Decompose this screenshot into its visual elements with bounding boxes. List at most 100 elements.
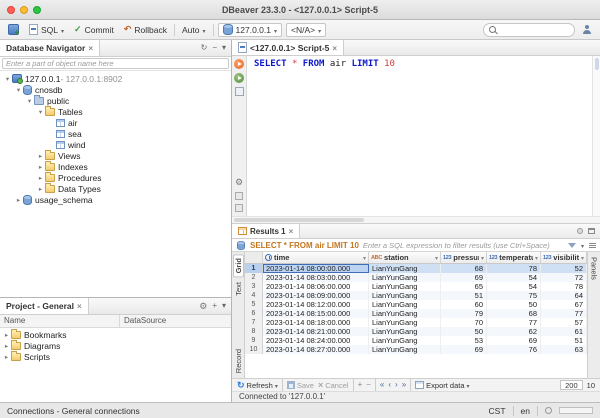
cell-station[interactable]: LianYunGang — [369, 264, 441, 273]
cell-temperature[interactable]: 62 — [487, 327, 541, 336]
cell-temperature[interactable]: 69 — [487, 336, 541, 345]
cell-temperature[interactable]: 75 — [487, 291, 541, 300]
cell-visibility[interactable]: 63 — [541, 345, 587, 354]
output-panel-icon[interactable] — [235, 204, 243, 212]
expand-arrow-icon[interactable]: ▸ — [36, 152, 45, 160]
cell-time[interactable]: 2023-01-14 08:24:00.000 — [263, 336, 369, 345]
cell-visibility[interactable]: 77 — [541, 309, 587, 318]
column-filter-icon[interactable] — [481, 253, 484, 262]
first-row-button[interactable] — [380, 381, 384, 389]
row-number[interactable]: 8 — [245, 327, 263, 336]
cell-pressure[interactable]: 69 — [441, 273, 487, 282]
cell-station[interactable]: LianYunGang — [369, 273, 441, 282]
cell-visibility[interactable]: 64 — [541, 291, 587, 300]
column-filter-icon[interactable] — [435, 253, 438, 262]
new-connection-button[interactable] — [5, 23, 22, 36]
minimize-window-button[interactable] — [20, 6, 28, 14]
cell-temperature[interactable]: 68 — [487, 309, 541, 318]
cell-time[interactable]: 2023-01-14 08:06:00.000 — [263, 282, 369, 291]
connection-dropdown[interactable]: 127.0.0.1 — [218, 23, 282, 37]
cell-station[interactable]: LianYunGang — [369, 282, 441, 291]
maximize-panel-icon[interactable] — [588, 228, 595, 234]
expand-arrow-icon[interactable]: ▸ — [36, 174, 45, 182]
table-row[interactable]: 42023-01-14 08:09:00.000LianYunGang51756… — [245, 291, 587, 300]
cell-station[interactable]: LianYunGang — [369, 309, 441, 318]
panel-tab-panels[interactable]: Panels — [590, 254, 599, 283]
table-row[interactable]: 92023-01-14 08:24:00.000LianYunGang53695… — [245, 336, 587, 345]
cell-temperature[interactable]: 76 — [487, 345, 541, 354]
cell-station[interactable]: LianYunGang — [369, 291, 441, 300]
close-tab-icon[interactable] — [332, 43, 337, 53]
cell-visibility[interactable]: 52 — [541, 264, 587, 273]
expand-arrow-icon[interactable]: ▸ — [2, 331, 11, 339]
cell-pressure[interactable]: 51 — [441, 291, 487, 300]
sql-editor-dropdown[interactable]: SQL — [26, 23, 67, 36]
column-filter-icon[interactable] — [363, 253, 366, 262]
fetch-size-input[interactable]: 200 — [560, 380, 583, 390]
tree-item-indexes[interactable]: ▸Indexes — [0, 161, 231, 172]
gear-icon[interactable] — [235, 177, 243, 188]
sql-console-icon[interactable] — [235, 192, 243, 200]
cell-visibility[interactable]: 51 — [541, 336, 587, 345]
cell-station[interactable]: LianYunGang — [369, 327, 441, 336]
cell-station[interactable]: LianYunGang — [369, 300, 441, 309]
tab-project-general[interactable]: Project - General — [0, 298, 89, 314]
row-number[interactable]: 3 — [245, 282, 263, 291]
cell-temperature[interactable]: 78 — [487, 264, 541, 273]
column-header-station[interactable]: ABCstation — [369, 252, 441, 263]
row-number[interactable]: 7 — [245, 318, 263, 327]
tree-item-public[interactable]: ▾public — [0, 95, 231, 106]
cell-temperature[interactable]: 50 — [487, 300, 541, 309]
language-label[interactable]: en — [521, 406, 530, 416]
tree-item-procedures[interactable]: ▸Procedures — [0, 172, 231, 183]
close-tab-icon[interactable] — [77, 301, 82, 311]
column-header-visibility[interactable]: 123visibility — [541, 252, 587, 263]
tab-script-5[interactable]: <127.0.0.1> Script-5 — [232, 40, 344, 55]
tree-item-127-0-0-1[interactable]: ▾127.0.0.1 - 127.0.0.1:8902 — [0, 73, 231, 84]
zoom-window-button[interactable] — [33, 6, 41, 14]
cell-time[interactable]: 2023-01-14 08:21:00.000 — [263, 327, 369, 336]
cell-visibility[interactable]: 61 — [541, 327, 587, 336]
expand-arrow-icon[interactable]: ▸ — [36, 163, 45, 171]
close-tab-icon[interactable] — [88, 43, 93, 53]
column-header-time[interactable]: time — [263, 252, 369, 263]
close-window-button[interactable] — [7, 6, 15, 14]
table-row[interactable]: 52023-01-14 08:12:00.000LianYunGang60506… — [245, 300, 587, 309]
schema-dropdown[interactable]: <N/A> — [286, 23, 326, 37]
filter-funnel-icon[interactable] — [568, 243, 576, 248]
row-number[interactable]: 6 — [245, 309, 263, 318]
save-button[interactable]: Save — [287, 381, 314, 390]
cell-time[interactable]: 2023-01-14 08:27:00.000 — [263, 345, 369, 354]
row-number[interactable]: 9 — [245, 336, 263, 345]
cell-station[interactable]: LianYunGang — [369, 336, 441, 345]
editor-vertical-scrollbar[interactable] — [592, 56, 600, 216]
cell-temperature[interactable]: 54 — [487, 273, 541, 282]
row-number[interactable]: 1 — [245, 264, 263, 273]
column-header-datasource[interactable]: DataSource — [120, 315, 170, 327]
gear-icon[interactable] — [199, 301, 207, 312]
collapse-all-icon[interactable]: − — [212, 44, 217, 52]
row-number[interactable]: 4 — [245, 291, 263, 300]
cell-pressure[interactable]: 53 — [441, 336, 487, 345]
tree-item-usage-schema[interactable]: ▸usage_schema — [0, 194, 231, 205]
cell-time[interactable]: 2023-01-14 08:12:00.000 — [263, 300, 369, 309]
cell-station[interactable]: LianYunGang — [369, 345, 441, 354]
execute-script-icon[interactable] — [234, 73, 244, 83]
tab-database-navigator[interactable]: Database Navigator — [0, 40, 100, 56]
column-header-temperature[interactable]: 123temperature — [487, 252, 541, 263]
cell-pressure[interactable]: 50 — [441, 327, 487, 336]
commit-button[interactable]: Commit — [71, 23, 117, 36]
cancel-button[interactable]: Cancel — [318, 380, 349, 390]
cell-visibility[interactable]: 67 — [541, 300, 587, 309]
transaction-mode-dropdown[interactable]: Auto — [179, 24, 209, 36]
cell-time[interactable]: 2023-01-14 08:15:00.000 — [263, 309, 369, 318]
collapse-arrow-icon[interactable]: ▾ — [36, 108, 45, 116]
cell-time[interactable]: 2023-01-14 08:00:00.000 — [263, 264, 369, 273]
global-search-input[interactable] — [499, 25, 569, 34]
filter-history-icon[interactable] — [581, 240, 584, 250]
expand-arrow-icon[interactable]: ▸ — [36, 185, 45, 193]
table-row[interactable]: 22023-01-14 08:03:00.000LianYunGang69547… — [245, 273, 587, 282]
grid-corner-cell[interactable] — [245, 252, 263, 263]
sql-code-area[interactable]: SELECT * FROM air LIMIT 10 — [247, 56, 592, 216]
cell-pressure[interactable]: 70 — [441, 318, 487, 327]
